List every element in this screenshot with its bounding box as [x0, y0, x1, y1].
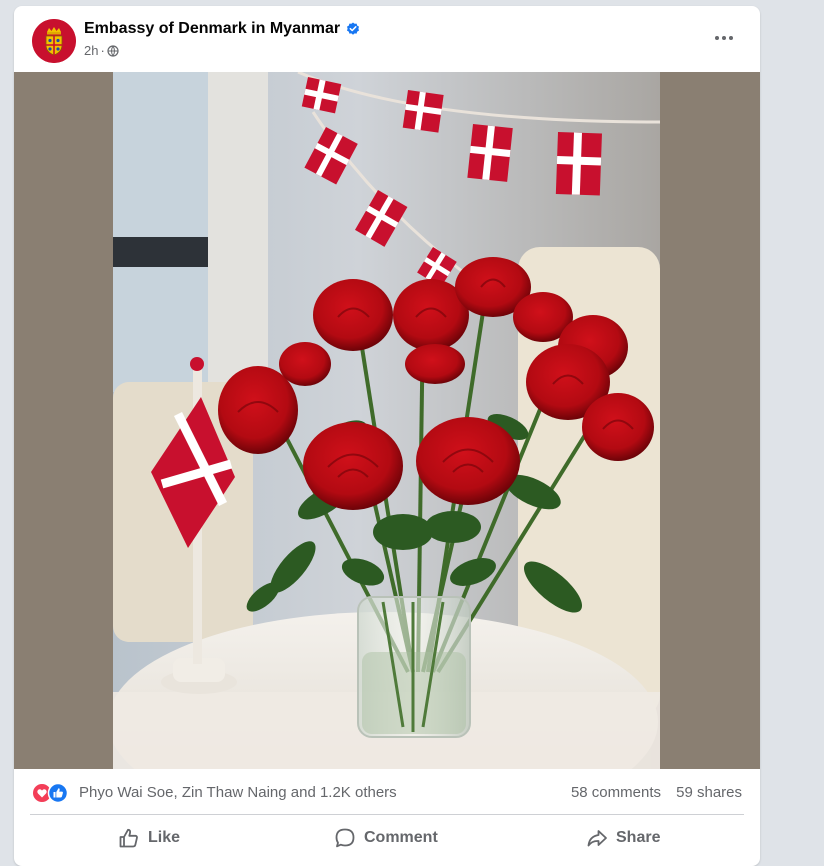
more-horizontal-icon [722, 36, 726, 40]
share-arrow-icon [587, 830, 607, 847]
glass-vase [357, 596, 471, 738]
author-name[interactable]: Embassy of Denmark in Myanmar [84, 20, 340, 38]
shares-count[interactable]: 59 shares [676, 784, 742, 801]
post-time[interactable]: 2h [84, 43, 98, 58]
more-horizontal-icon [715, 36, 719, 40]
share-button[interactable]: Share [586, 820, 660, 856]
thumbs-up-icon [119, 828, 138, 848]
like-button[interactable]: Like [118, 820, 180, 856]
post-card: Embassy of Denmark in Myanmar 2h · Phyo … [14, 6, 760, 866]
comment-bubble-icon [335, 828, 355, 848]
coat-of-arms-icon [32, 19, 76, 63]
verified-badge-icon [347, 22, 360, 35]
meta-separator: · [100, 43, 105, 58]
share-label: Share [616, 829, 661, 846]
post-photo[interactable] [14, 72, 760, 769]
more-options-button[interactable] [710, 28, 738, 48]
globe-icon[interactable] [107, 44, 119, 57]
reactors-text[interactable]: Phyo Wai Soe, Zin Thaw Naing and 1.2K ot… [79, 784, 397, 801]
actions-divider [30, 814, 744, 815]
comment-label: Comment [364, 829, 438, 846]
post-meta: 2h · [84, 43, 119, 58]
reactions-summary: Phyo Wai Soe, Zin Thaw Naing and 1.2K ot… [14, 779, 760, 807]
like-label: Like [148, 829, 181, 846]
comment-button[interactable]: Comment [334, 820, 438, 856]
reaction-icons[interactable] [32, 783, 76, 803]
post-actions: Like Comment Share [14, 820, 760, 856]
like-reaction-icon [47, 783, 69, 803]
post-header: Embassy of Denmark in Myanmar 2h · [14, 6, 760, 72]
author-avatar[interactable] [32, 19, 76, 63]
more-horizontal-icon [729, 36, 733, 40]
roses-photo-image [113, 72, 660, 769]
comments-count[interactable]: 58 comments [571, 784, 661, 801]
author-name-row: Embassy of Denmark in Myanmar [84, 20, 360, 38]
